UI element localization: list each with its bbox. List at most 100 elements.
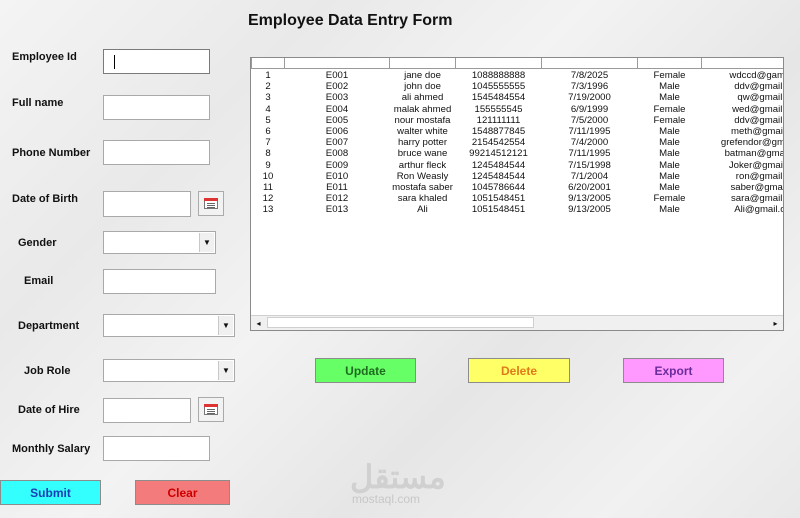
table-row[interactable]: 9 E009 arthur fleck 1245484544 7/15/1998 Male… (251, 159, 784, 171)
table-row[interactable]: 12 E012 sara khaled 1051548451 9/13/2005 Fema… (251, 193, 783, 205)
table-cell: Male (659, 159, 680, 171)
dob-calendar-button[interactable] (198, 191, 224, 216)
table-row[interactable]: 4 E004 malak ahmed 155555545 6/9/1999 Female w… (251, 103, 784, 115)
department-select[interactable]: ▼ (103, 314, 235, 337)
table-cell: E002 (325, 81, 349, 93)
table-cell: 1 (265, 70, 271, 81)
table-cell: 6/20/2001 (568, 181, 611, 193)
watermark-url: mostaql.com (352, 492, 421, 506)
text-caret (114, 55, 115, 69)
table-cell: 1045555555 (471, 81, 526, 93)
table-cell: mostafa saber (392, 181, 453, 193)
full-name-field[interactable] (103, 95, 210, 120)
update-button[interactable]: Update (315, 358, 416, 383)
table-cell: 1548877845 (471, 125, 526, 137)
monthly-salary-field[interactable] (103, 436, 210, 461)
form-title: Employee Data Entry Form (248, 12, 453, 29)
column-header[interactable] (389, 58, 456, 69)
table-row[interactable]: 6 E006 walter white 1548877845 7/11/1995 Male… (251, 125, 783, 137)
clear-button[interactable]: Clear (135, 480, 230, 505)
table-row[interactable]: 10 E010 Ron Weasly 1245484544 7/1/2004 Male ro… (251, 170, 784, 182)
email-label: Email (24, 275, 54, 287)
table-row[interactable]: 2 E002 john doe 1045555555 7/3/1996 Male ddv@g… (251, 81, 783, 93)
table-cell: harry potter (397, 137, 448, 149)
table-row[interactable]: 8 E008 bruce wane 99214512121 7/11/1995 Male b… (251, 148, 783, 160)
table-cell: 11 (263, 181, 273, 193)
job-role-label: Job Role (24, 365, 71, 377)
employee-id-label: Employee Id (12, 51, 77, 63)
table-cell: 121111111 (476, 114, 521, 126)
column-header[interactable] (284, 58, 390, 69)
table-cell: 2154542554 (471, 137, 526, 149)
table-cell: Female (653, 70, 686, 81)
table-cell: wed@gmail. (732, 103, 784, 115)
table-cell: 3 (265, 92, 271, 104)
date-of-birth-field[interactable] (103, 191, 191, 217)
calendar-icon (204, 198, 218, 209)
full-name-label: Full name (12, 97, 64, 109)
scroll-left-icon[interactable]: ◂ (252, 317, 265, 329)
calendar-icon (204, 404, 218, 415)
table-cell: E004 (325, 103, 349, 115)
table-cell: ron@gmail. (735, 170, 784, 182)
hire-calendar-button[interactable] (198, 397, 224, 422)
table-cell: john doe (404, 81, 441, 93)
table-cell: 7/1/2004 (570, 170, 609, 182)
table-cell: 9 (265, 159, 271, 171)
table-cell: Joker@gmail (728, 159, 784, 171)
column-header[interactable] (455, 58, 542, 69)
table-body: 1 E001 jane doe 1088888888 7/8/2025 Female wdc… (251, 70, 784, 216)
table-cell: E007 (325, 137, 349, 149)
horizontal-scrollbar[interactable]: ◂ ▸ (251, 315, 783, 330)
table-cell: 99214512121 (469, 148, 528, 160)
date-of-hire-field[interactable] (103, 398, 191, 423)
submit-button[interactable]: Submit (0, 480, 101, 505)
table-cell: ali ahmed (401, 92, 444, 104)
gender-select[interactable]: ▼ (103, 231, 216, 254)
watermark-logo: مستقل (350, 459, 446, 495)
column-header[interactable] (701, 58, 783, 69)
table-row[interactable]: 1 E001 jane doe 1088888888 7/8/2025 Female wdc… (251, 70, 783, 81)
table-cell: 1051548451 (471, 193, 526, 205)
delete-button[interactable]: Delete (468, 358, 570, 383)
table-cell: 7/8/2025 (570, 70, 609, 81)
column-header[interactable] (541, 58, 638, 69)
table-cell: Male (659, 181, 680, 193)
table-row[interactable]: 3 E003 ali ahmed 1545484554 7/19/2000 Male qw@… (251, 92, 783, 104)
table-cell: 7 (265, 137, 271, 149)
column-header[interactable] (251, 58, 285, 69)
table-row[interactable]: 11 E011 mostafa saber 1045786644 6/20/2001 Ma… (251, 181, 783, 193)
table-cell: Female (653, 193, 686, 205)
table-row[interactable]: 5 E005 nour mostafa 121111111 7/5/2000 Female… (251, 114, 784, 126)
chevron-down-icon[interactable]: ▼ (199, 233, 214, 252)
column-header[interactable] (637, 58, 702, 69)
date-of-hire-label: Date of Hire (18, 404, 80, 416)
table-cell: E009 (325, 159, 349, 171)
chevron-down-icon[interactable]: ▼ (218, 316, 233, 335)
table-cell: Ali@gmail.c (734, 204, 784, 216)
email-field[interactable] (103, 269, 216, 294)
phone-number-field[interactable] (103, 140, 210, 165)
employee-id-field[interactable] (103, 49, 210, 74)
export-button[interactable]: Export (623, 358, 724, 383)
table-cell: E012 (325, 193, 349, 205)
table-cell: Male (659, 170, 680, 182)
table-cell: nour mostafa (394, 114, 451, 126)
chevron-down-icon[interactable]: ▼ (218, 361, 233, 380)
table-cell: 1088888888 (471, 70, 526, 81)
scroll-thumb[interactable] (267, 317, 534, 328)
table-cell: 4 (265, 103, 271, 115)
table-cell: 7/11/1995 (568, 148, 611, 160)
table-cell: 7/19/2000 (568, 92, 611, 104)
table-cell: Male (659, 81, 680, 93)
job-role-select[interactable]: ▼ (103, 359, 235, 382)
table-cell: ddv@gmail. (734, 114, 784, 126)
employee-table[interactable]: 1 E001 jane doe 1088888888 7/8/2025 Female wdc… (250, 57, 784, 331)
table-cell: 1245484544 (471, 159, 526, 171)
table-cell: 10 (262, 170, 274, 182)
table-cell: 1045786644 (471, 181, 526, 193)
table-cell: Female (653, 114, 686, 126)
table-row[interactable]: 13 E013 Ali 1051548451 9/13/2005 Male Ali@gmai… (251, 204, 784, 216)
scroll-right-icon[interactable]: ▸ (769, 317, 782, 329)
table-row[interactable]: 7 E007 harry potter 2154542554 7/4/2000 Male g… (251, 137, 783, 149)
